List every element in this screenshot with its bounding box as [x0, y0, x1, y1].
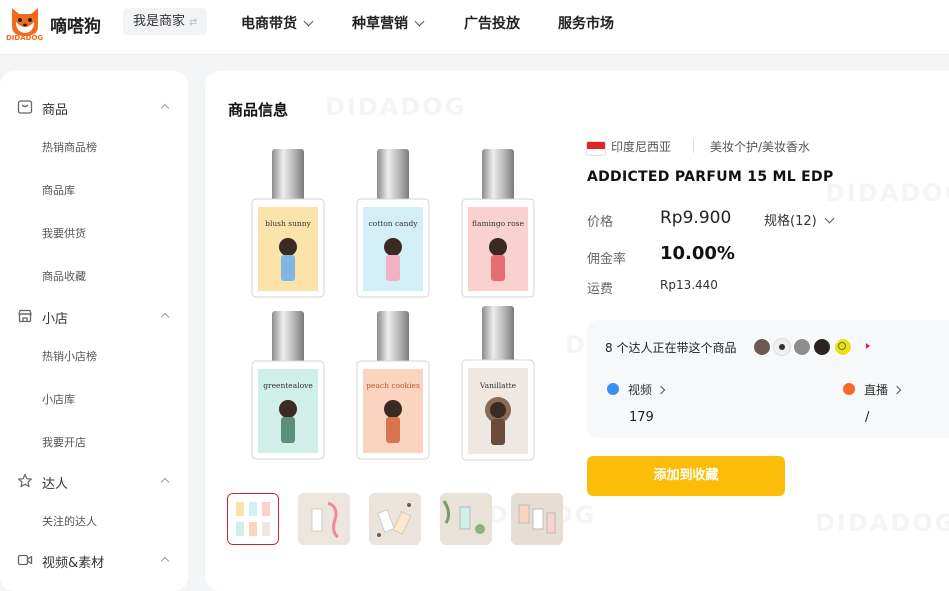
creator-count: 8 个达人正在带这个商品 [605, 341, 737, 355]
brand-name[interactable]: 嘀嗒狗 [50, 12, 101, 37]
nav-service-market[interactable]: 服务市场 [558, 13, 614, 33]
thumbnail-1[interactable] [227, 493, 279, 545]
chevron-up-icon[interactable] [160, 312, 170, 322]
section-title: 商品信息 [228, 101, 289, 119]
live-count: / [865, 410, 870, 425]
perfume-bottle: greentealove [251, 311, 325, 460]
product-title: ADDICTED PARFUM 15 ML EDP [587, 169, 834, 185]
thumbnail-2[interactable] [298, 493, 350, 545]
perfume-bottle: cotton candy [356, 149, 430, 298]
chevron-right-icon [892, 385, 902, 395]
star-icon [18, 473, 32, 488]
merchant-label: 我是商家 [133, 14, 186, 29]
sidebar-item-hot-products[interactable]: 热销商品榜 [42, 139, 97, 155]
product-box-icon [17, 100, 33, 114]
video-dot-icon [607, 383, 619, 395]
sidebar-item-followed-influencers[interactable]: 关注的达人 [42, 513, 97, 529]
sidebar: 商品 热销商品榜 商品库 我要供货 商品收藏 小店 热销小店榜 小店库 我要开店… [0, 71, 188, 591]
sidebar-section-product[interactable]: 商品 [0, 96, 188, 120]
switch-icon: ⇄ [189, 17, 198, 28]
thumbnail-4[interactable] [440, 493, 492, 545]
video-icon [17, 554, 33, 566]
avatar[interactable] [753, 338, 771, 356]
nav-ads[interactable]: 广告投放 [464, 13, 520, 33]
bottle-label: blush sunny [265, 219, 311, 228]
chevron-right-icon [656, 385, 666, 395]
bottle-label: peach cookies [366, 381, 420, 390]
product-main-image[interactable]: blush sunny cotton candy flamingo rose g… [235, 141, 555, 467]
bottle-label: Vanillatte [479, 381, 517, 390]
sidebar-section-video[interactable]: 视频&素材 [0, 549, 188, 573]
watermark: DIDADOG [815, 509, 949, 537]
nav-ecommerce[interactable]: 电商带货 [241, 13, 314, 33]
bottle-label: flamingo rose [472, 219, 524, 228]
sidebar-section-label: 小店 [42, 312, 69, 327]
watermark: DIDADOG [325, 93, 466, 121]
sidebar-section-influencer[interactable]: 达人 [0, 470, 188, 494]
spec-label: 规格(12) [764, 214, 817, 229]
more-arrow-icon[interactable] [866, 343, 870, 349]
commission-rate: 10.00% [660, 243, 735, 264]
top-bar: DIDADOG 嘀嗒狗 我是商家 ⇄ 电商带货 种草营销 广告投放 服务市场 [0, 0, 949, 55]
perfume-bottle: flamingo rose [461, 149, 535, 298]
avatar[interactable] [834, 338, 852, 356]
creators-panel: 8 个达人正在带这个商品 视频 179 直播 / [587, 320, 949, 438]
sidebar-item-supply[interactable]: 我要供货 [42, 225, 86, 241]
price-label: 价格 [587, 215, 614, 230]
sidebar-item-shop-library[interactable]: 小店库 [42, 391, 75, 407]
nav-seeding-label: 种草营销 [352, 16, 408, 32]
video-label: 视频 [628, 383, 653, 397]
sidebar-item-product-favorites[interactable]: 商品收藏 [42, 268, 86, 284]
nav-ecommerce-label: 电商带货 [241, 16, 297, 32]
live-link[interactable]: 直播 [864, 381, 902, 398]
chevron-down-icon [303, 16, 314, 27]
shipping-label: 运费 [587, 282, 614, 297]
watermark: DIDADOG [825, 179, 949, 207]
chevron-up-icon[interactable] [160, 477, 170, 487]
chevron-up-icon[interactable] [160, 556, 170, 566]
thumbnail-3[interactable] [369, 493, 421, 545]
indonesia-flag-icon [586, 141, 606, 156]
product-country: 印度尼西亚 [611, 140, 672, 154]
sidebar-item-open-shop[interactable]: 我要开店 [42, 434, 86, 450]
divider [693, 139, 694, 153]
nav-ads-label: 广告投放 [464, 16, 520, 32]
live-dot-icon [843, 383, 855, 395]
nav-service-market-label: 服务市场 [558, 16, 614, 32]
video-count: 179 [629, 410, 654, 425]
avatar[interactable] [773, 338, 791, 356]
sidebar-item-hot-shops[interactable]: 热销小店榜 [42, 348, 97, 364]
chevron-up-icon[interactable] [160, 103, 170, 113]
shop-icon [18, 309, 32, 323]
sidebar-section-label: 视频&素材 [42, 556, 105, 571]
merchant-switch-button[interactable]: 我是商家 ⇄ [123, 8, 208, 35]
video-link[interactable]: 视频 [628, 381, 666, 398]
commission-label: 佣金率 [587, 252, 627, 267]
bottle-label: cotton candy [368, 219, 418, 228]
perfume-bottle: blush sunny [251, 149, 325, 298]
live-label: 直播 [864, 383, 889, 397]
sidebar-section-label: 商品 [42, 103, 69, 118]
perfume-bottle: peach cookies [356, 311, 430, 460]
avatar[interactable] [813, 338, 831, 356]
didadog-logo-icon[interactable]: DIDADOG [6, 4, 44, 42]
product-detail-panel: DIDADOG DIDADOG DIDADOG DIDADOG DIDADOG … [205, 71, 949, 591]
add-to-favorites-button[interactable]: 添加到收藏 [587, 456, 785, 496]
nav-seeding[interactable]: 种草营销 [352, 13, 425, 33]
logo-text: DIDADOG [6, 34, 44, 42]
bottle-label: greentealove [263, 381, 313, 390]
product-price: Rp9.900 [660, 208, 732, 228]
avatar[interactable] [793, 338, 811, 356]
sidebar-item-product-library[interactable]: 商品库 [42, 182, 75, 198]
chevron-down-icon [414, 16, 425, 27]
spec-dropdown[interactable]: 规格(12) [764, 210, 835, 229]
shipping-fee: Rp13.440 [660, 278, 718, 292]
sidebar-section-label: 达人 [42, 477, 69, 492]
product-category[interactable]: 美妆个护/美妆香水 [710, 138, 810, 155]
sidebar-section-shop[interactable]: 小店 [0, 305, 188, 329]
perfume-bottle: Vanillatte [461, 306, 535, 461]
chevron-down-icon [824, 213, 835, 224]
thumbnail-5[interactable] [511, 493, 563, 545]
